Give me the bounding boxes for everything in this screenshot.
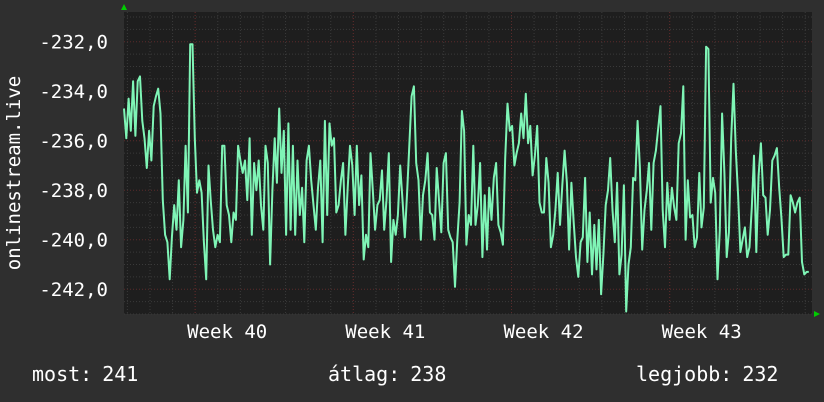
x-tick-label: Week 42 bbox=[503, 321, 583, 343]
x-tick-label: Week 43 bbox=[662, 321, 742, 343]
y-tick-label: -236,0 bbox=[39, 131, 108, 153]
average-label: átlag: bbox=[328, 362, 401, 386]
y-tick-label: -234,0 bbox=[39, 81, 108, 103]
x-axis-ticks: Week 40 Week 41 Week 42 Week 43 bbox=[187, 321, 742, 343]
y-tick-label: -240,0 bbox=[39, 230, 108, 252]
y-tick-label: -242,0 bbox=[39, 279, 108, 301]
current-value: 241 bbox=[102, 362, 139, 386]
best-value: 232 bbox=[742, 362, 779, 386]
y-tick-label: -238,0 bbox=[39, 180, 108, 202]
footer-best: legjobb: 232 bbox=[636, 362, 778, 386]
y-axis-label: onlinestream.live bbox=[3, 76, 25, 270]
line-chart: -232,0 -234,0 -236,0 -238,0 -240,0 -242,0 Wee… bbox=[3, 4, 820, 343]
y-tick-label: -232,0 bbox=[39, 32, 108, 54]
y-axis-arrow bbox=[121, 4, 127, 10]
x-tick-label: Week 40 bbox=[187, 321, 267, 343]
x-tick-label: Week 41 bbox=[345, 321, 425, 343]
current-label: most: bbox=[32, 362, 93, 386]
best-label: legjobb: bbox=[636, 362, 733, 386]
average-value: 238 bbox=[410, 362, 447, 386]
y-axis-ticks: -232,0 -234,0 -236,0 -238,0 -240,0 -242,0 bbox=[39, 32, 108, 302]
x-axis-arrow bbox=[814, 311, 820, 317]
footer-average: átlag: 238 bbox=[328, 362, 446, 386]
footer-current: most: 241 bbox=[32, 362, 138, 386]
chart-root: -232,0 -234,0 -236,0 -238,0 -240,0 -242,0 Wee… bbox=[0, 0, 824, 402]
